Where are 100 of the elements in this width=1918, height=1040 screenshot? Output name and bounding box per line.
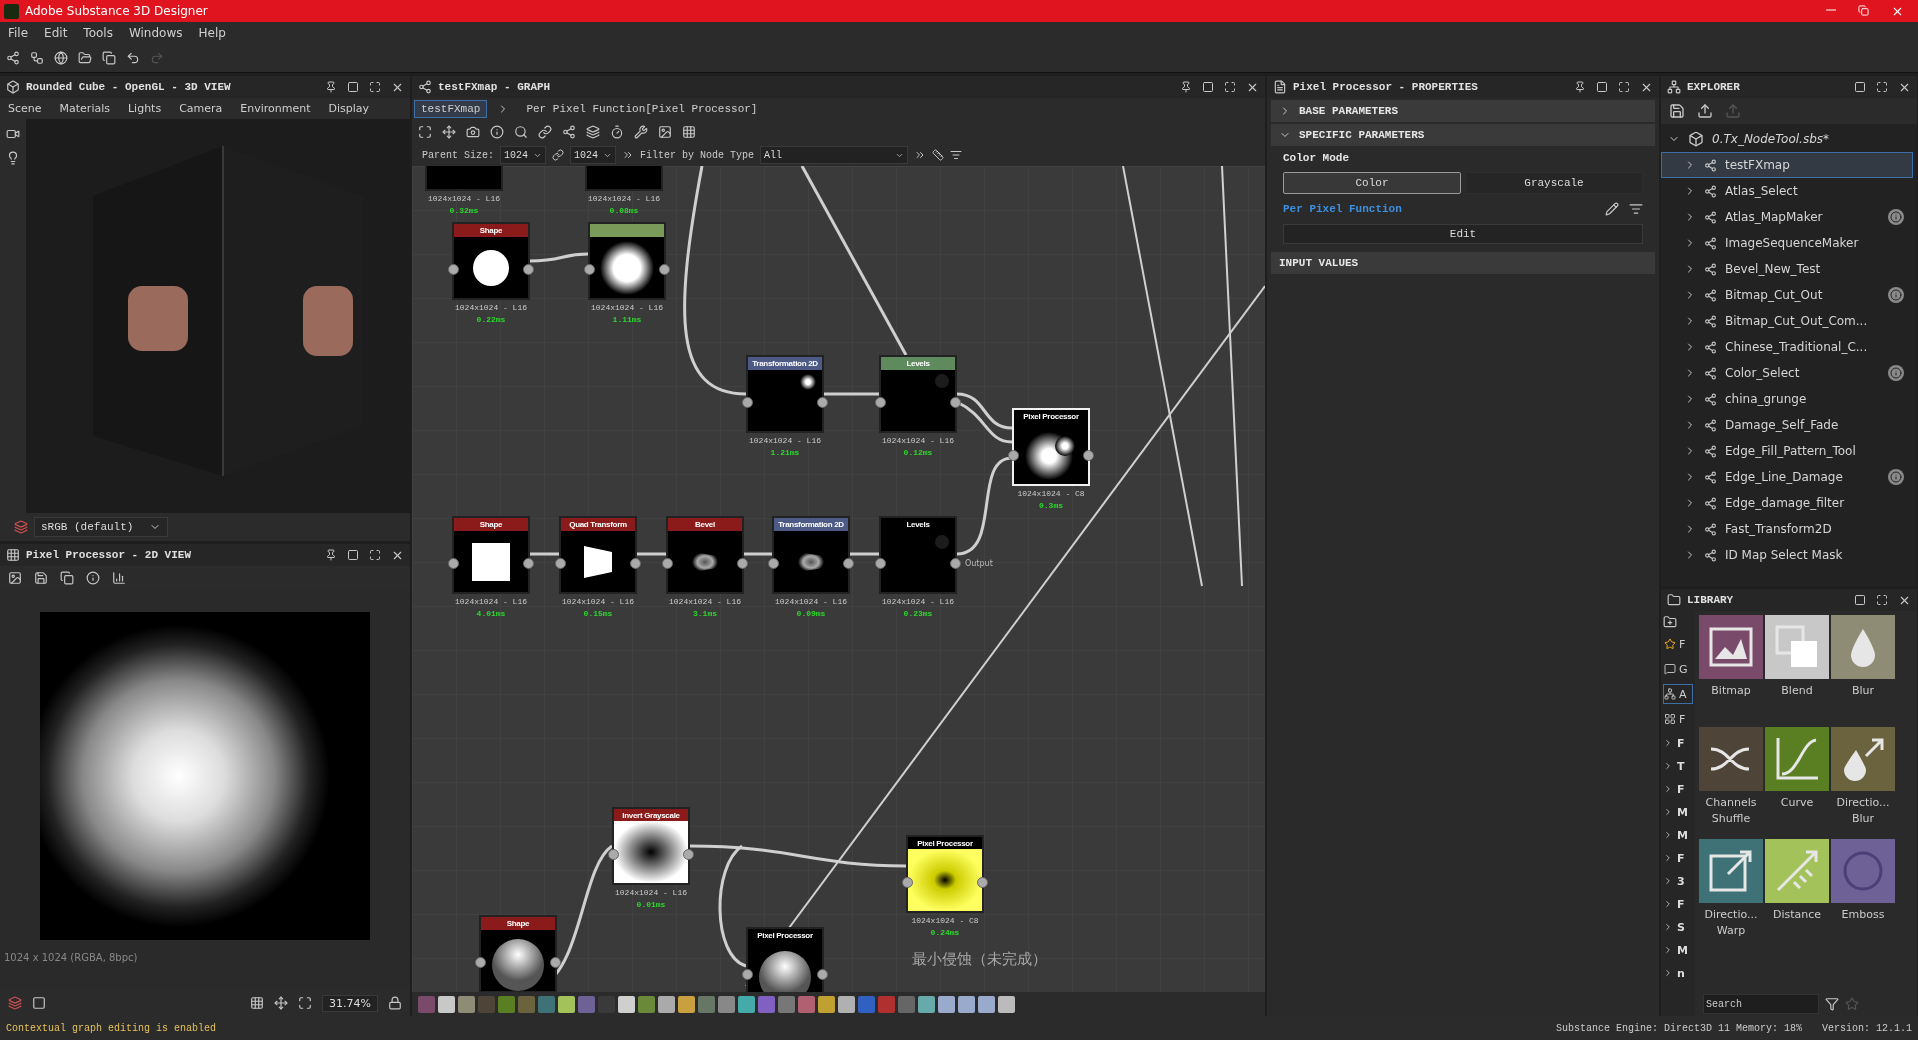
explorer-item[interactable]: Atlas_MapMaker bbox=[1661, 204, 1913, 230]
library-folder[interactable]: F bbox=[1663, 780, 1693, 798]
menu-item[interactable]: Edit bbox=[44, 26, 68, 40]
node-shortcut-icon[interactable] bbox=[738, 995, 755, 1013]
float-icon[interactable] bbox=[1596, 81, 1608, 93]
output-port[interactable] bbox=[550, 957, 561, 968]
library-folder[interactable]: F bbox=[1663, 849, 1693, 867]
output-port[interactable] bbox=[523, 558, 534, 569]
output-port[interactable] bbox=[683, 849, 694, 860]
menu-item[interactable]: Help bbox=[198, 26, 226, 40]
library-folder[interactable]: F bbox=[1663, 734, 1693, 752]
maximize-icon[interactable] bbox=[1224, 81, 1236, 93]
package-name[interactable]: 0.Tx_NodeTool.sbs* bbox=[1712, 132, 1829, 146]
output-port[interactable] bbox=[817, 969, 828, 980]
input-port[interactable] bbox=[742, 969, 753, 980]
node-shortcut-icon[interactable] bbox=[798, 995, 815, 1013]
explorer-item[interactable]: ImageSequenceMaker bbox=[1661, 230, 1913, 256]
float-icon[interactable] bbox=[1854, 81, 1866, 93]
view-menu-tab[interactable]: Camera bbox=[179, 102, 223, 115]
grid-icon[interactable] bbox=[682, 125, 696, 139]
maximize-icon[interactable] bbox=[1876, 81, 1888, 93]
input-port[interactable] bbox=[448, 264, 459, 275]
save-icon[interactable] bbox=[34, 571, 48, 585]
input-port[interactable] bbox=[875, 558, 886, 569]
light-bulb-icon[interactable] bbox=[6, 151, 20, 165]
input-port[interactable] bbox=[742, 397, 753, 408]
menu-item[interactable]: File bbox=[8, 26, 29, 40]
restore-icon[interactable] bbox=[1858, 4, 1869, 16]
node-shortcut-icon[interactable] bbox=[538, 995, 555, 1013]
input-port[interactable] bbox=[584, 264, 595, 275]
info-icon[interactable] bbox=[1888, 469, 1904, 485]
library-folder[interactable]: M bbox=[1663, 941, 1693, 959]
output-port[interactable] bbox=[737, 558, 748, 569]
timer-icon[interactable] bbox=[610, 125, 624, 139]
view-menu-tab[interactable]: Environment bbox=[240, 102, 311, 115]
output-port[interactable] bbox=[950, 397, 961, 408]
parent-size-dropdown[interactable]: 1024 bbox=[500, 146, 546, 164]
filter-icon[interactable] bbox=[1825, 997, 1839, 1011]
explorer-item[interactable]: Color_Select bbox=[1661, 360, 1913, 386]
input-port[interactable] bbox=[1008, 450, 1019, 461]
explorer-item[interactable]: Damage_Self_Fade bbox=[1661, 412, 1913, 438]
node-shortcut-icon[interactable] bbox=[438, 995, 455, 1013]
link-icon[interactable] bbox=[538, 125, 552, 139]
node-shortcut-icon[interactable] bbox=[838, 995, 855, 1013]
section-header[interactable]: BASE PARAMETERS bbox=[1271, 100, 1655, 122]
input-port[interactable] bbox=[555, 558, 566, 569]
node-shortcut-icon[interactable] bbox=[858, 995, 875, 1013]
float-icon[interactable] bbox=[347, 81, 359, 93]
node-shortcut-icon[interactable] bbox=[478, 995, 495, 1013]
frame-icon[interactable] bbox=[418, 125, 432, 139]
wrench-icon[interactable] bbox=[634, 125, 648, 139]
float-icon[interactable] bbox=[1854, 594, 1866, 606]
explorer-item[interactable]: Chinese_Traditional_C... bbox=[1661, 334, 1913, 360]
pin-icon[interactable] bbox=[325, 81, 337, 93]
pan-icon[interactable] bbox=[442, 125, 456, 139]
node-shortcut-icon[interactable] bbox=[758, 995, 775, 1013]
input-port[interactable] bbox=[448, 558, 459, 569]
explorer-item[interactable]: testFXmap bbox=[1661, 152, 1913, 178]
save-icon[interactable] bbox=[1669, 103, 1685, 119]
export-icon[interactable] bbox=[1697, 103, 1713, 119]
library-folder[interactable]: T bbox=[1663, 757, 1693, 775]
explorer-item[interactable]: Fast_Transform2D bbox=[1661, 516, 1913, 542]
grid-icon[interactable] bbox=[250, 996, 265, 1010]
node-shortcut-icon[interactable] bbox=[978, 995, 995, 1013]
library-folder[interactable]: S bbox=[1663, 918, 1693, 936]
histogram-icon[interactable] bbox=[112, 571, 126, 585]
section-header[interactable]: INPUT VALUES bbox=[1271, 252, 1655, 274]
maximize-icon[interactable] bbox=[369, 81, 381, 93]
float-icon[interactable] bbox=[1202, 81, 1214, 93]
library-folder[interactable]: 3 bbox=[1663, 872, 1693, 890]
node-shortcut-icon[interactable] bbox=[918, 995, 935, 1013]
info-icon[interactable] bbox=[1888, 209, 1904, 225]
node-shortcut-icon[interactable] bbox=[958, 995, 975, 1013]
graph-icon[interactable] bbox=[562, 125, 576, 139]
input-port[interactable] bbox=[902, 877, 913, 888]
mode-button[interactable]: Grayscale bbox=[1465, 172, 1643, 194]
link-icon[interactable] bbox=[552, 149, 564, 161]
explorer-item[interactable]: Atlas_Select bbox=[1661, 178, 1913, 204]
copy-icon[interactable] bbox=[60, 571, 74, 585]
undo-icon[interactable] bbox=[126, 51, 140, 65]
view-menu-tab[interactable]: Display bbox=[328, 102, 370, 115]
open-folder-icon[interactable] bbox=[78, 51, 92, 65]
input-port[interactable] bbox=[768, 558, 779, 569]
output-port[interactable] bbox=[950, 558, 961, 569]
node-shortcut-icon[interactable] bbox=[938, 995, 955, 1013]
node-shortcut-icon[interactable] bbox=[878, 995, 895, 1013]
library-folder[interactable]: F bbox=[1663, 895, 1693, 913]
zoom-field[interactable]: 31.74% bbox=[322, 994, 378, 1012]
node-shortcut-icon[interactable] bbox=[818, 995, 835, 1013]
view-menu-tab[interactable]: Scene bbox=[8, 102, 42, 115]
output-port[interactable] bbox=[523, 264, 534, 275]
new-folder-icon[interactable] bbox=[1663, 615, 1677, 629]
size-dropdown[interactable]: 1024 bbox=[570, 146, 616, 164]
output-port[interactable] bbox=[1083, 450, 1094, 461]
float-icon[interactable] bbox=[347, 549, 359, 561]
node-shortcut-icon[interactable] bbox=[618, 995, 635, 1013]
view-menu-tab[interactable]: Lights bbox=[127, 102, 162, 115]
edit-icon[interactable] bbox=[1605, 202, 1619, 216]
node-shortcut-icon[interactable] bbox=[778, 995, 795, 1013]
image-icon[interactable] bbox=[658, 125, 672, 139]
